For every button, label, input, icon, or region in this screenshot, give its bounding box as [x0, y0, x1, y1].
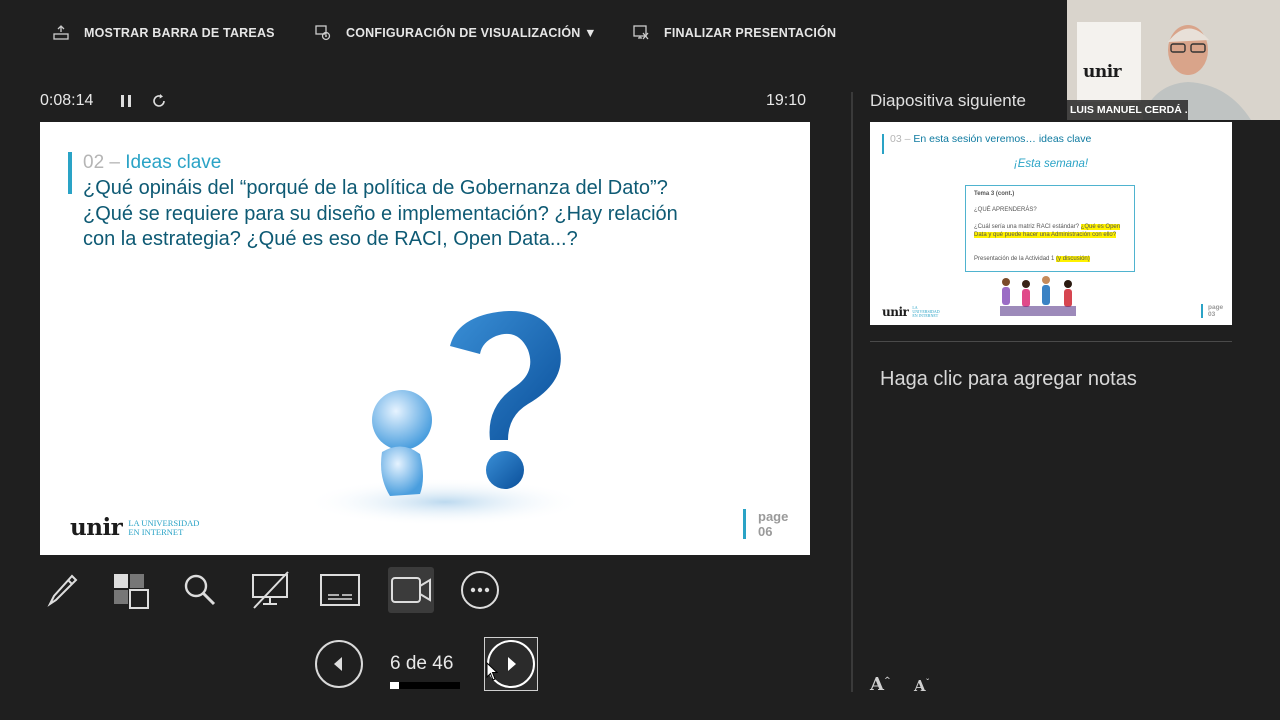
slide-number: 02 – [83, 152, 120, 173]
notes-divider [870, 341, 1232, 342]
elapsed-timer: 0:08:14 [40, 92, 94, 109]
slide-section: Ideas clave [125, 152, 222, 173]
mouse-cursor-icon [486, 662, 498, 681]
taskbar-icon [53, 25, 69, 40]
decrease-font-button[interactable]: Aˇ [914, 677, 930, 695]
people-illustration [1000, 276, 1076, 316]
page-number: 06 [758, 524, 773, 539]
thumb-week: ¡Esta semana! [1013, 158, 1089, 170]
pane-divider[interactable] [851, 92, 853, 692]
current-slide[interactable]: 02 – Ideas clave ¿Qué opináis del “porqu… [40, 122, 810, 555]
webcam-logo: unir [1083, 62, 1122, 82]
black-screen-button[interactable] [248, 568, 292, 612]
thumb-logo-subtitle: LA UNIVERSIDAD EN INTERNET [912, 305, 940, 318]
slide-counter: 6 de 46 [390, 653, 454, 674]
next-slide-label: Diapositiva siguiente [870, 91, 1026, 110]
pause-icon[interactable] [118, 93, 134, 109]
presenter-name: LUIS MANUEL CERDÁ ... [1067, 100, 1188, 120]
increase-font-button[interactable]: A^ [870, 674, 891, 695]
thumb-title: 03 – En esta sesión veremos… ideas clave [890, 133, 1091, 145]
more-options-icon [461, 571, 499, 609]
thumb-item-1a: ¿Cuál sería una matriz RACI estándar? [974, 224, 1080, 230]
webcam-feed: unir LUIS MANUEL CERDÁ ... [1067, 0, 1280, 120]
thumb-page-tag: page 03 [1201, 304, 1223, 318]
end-show-icon [633, 25, 649, 40]
display-settings-icon [315, 25, 331, 41]
thumb-learn: ¿QUÉ APRENDERÁS? [974, 207, 1037, 213]
question-figure-illustration [305, 310, 585, 526]
display-settings-label: CONFIGURACIÓN DE VISUALIZACIÓN ▼ [346, 26, 597, 40]
slide-progress-bar [390, 682, 460, 689]
show-taskbar-button[interactable]: MOSTRAR BARRA DE TAREAS [52, 22, 275, 44]
show-taskbar-label: MOSTRAR BARRA DE TAREAS [84, 26, 275, 40]
thumb-page-word: page [1208, 304, 1224, 311]
thumb-item-2: Presentación de la Actividad 1 (y discus… [974, 256, 1126, 262]
next-slide-thumbnail[interactable]: 03 – En esta sesión veremos… ideas clave… [870, 122, 1232, 325]
thumb-item-2a: Presentación de la Actividad 1 [974, 256, 1055, 262]
slide-heading: 02 – Ideas clave [83, 152, 221, 174]
next-arrow-icon [508, 657, 516, 671]
thumb-topic: Tema 3 (cont.) [974, 191, 1015, 197]
slide-logo: unir LA UNIVERSIDAD EN INTERNET [70, 514, 199, 541]
thumb-title-text: En esta sesión veremos… ideas clave [913, 133, 1092, 145]
zoom-button[interactable] [178, 568, 222, 612]
thumb-item-2b: (y discusión) [1056, 256, 1090, 262]
clock: 19:10 [766, 92, 807, 109]
pen-icon [47, 574, 78, 607]
thumb-accent-bar [882, 134, 884, 154]
prev-arrow-icon [334, 657, 342, 671]
magnifier-icon [184, 574, 216, 606]
subtitles-button[interactable] [318, 568, 362, 612]
camera-icon [391, 577, 431, 603]
slide-page-tag: page 06 [743, 509, 788, 539]
end-show-button[interactable]: FINALIZAR PRESENTACIÓN [632, 22, 836, 44]
screen-off-icon [252, 571, 289, 609]
thumb-content-box: Tema 3 (cont.) ¿QUÉ APRENDERÁS? ¿Cuál se… [965, 185, 1135, 272]
see-all-slides-button[interactable] [108, 568, 152, 612]
display-settings-button[interactable]: CONFIGURACIÓN DE VISUALIZACIÓN ▼ [314, 22, 597, 44]
restart-timer-icon[interactable] [151, 93, 167, 109]
pen-tool-button[interactable] [40, 568, 84, 612]
subtitles-icon [320, 574, 360, 606]
notes-area[interactable]: Haga clic para agregar notas [880, 368, 1137, 391]
thumb-logo: unir LA UNIVERSIDAD EN INTERNET [882, 305, 942, 319]
thumb-page-number: 03 [1208, 311, 1216, 318]
thumb-item-1: ¿Cuál sería una matriz RACI estándar? ¿Q… [974, 223, 1126, 239]
slide-progress-fill [390, 682, 400, 689]
thumb-title-num: 03 – [890, 133, 911, 145]
end-show-label: FINALIZAR PRESENTACIÓN [664, 26, 837, 40]
increase-font-label: A [870, 674, 884, 695]
title-accent-bar [68, 152, 72, 194]
camera-toggle-button[interactable] [388, 567, 434, 613]
more-options-button[interactable] [458, 568, 502, 612]
previous-slide-button[interactable] [315, 640, 363, 688]
decrease-font-label: A [914, 677, 926, 695]
logo-sub-line-2: EN INTERNET [128, 526, 184, 537]
unir-logo: unir [70, 514, 123, 541]
logo-subtitle: LA UNIVERSIDAD EN INTERNET [128, 518, 199, 537]
page-word: page [758, 509, 789, 524]
thumb-unir-logo: unir [882, 305, 909, 319]
slide-question: ¿Qué opináis del “porqué de la política … [83, 177, 678, 250]
slides-grid-icon [114, 574, 149, 609]
